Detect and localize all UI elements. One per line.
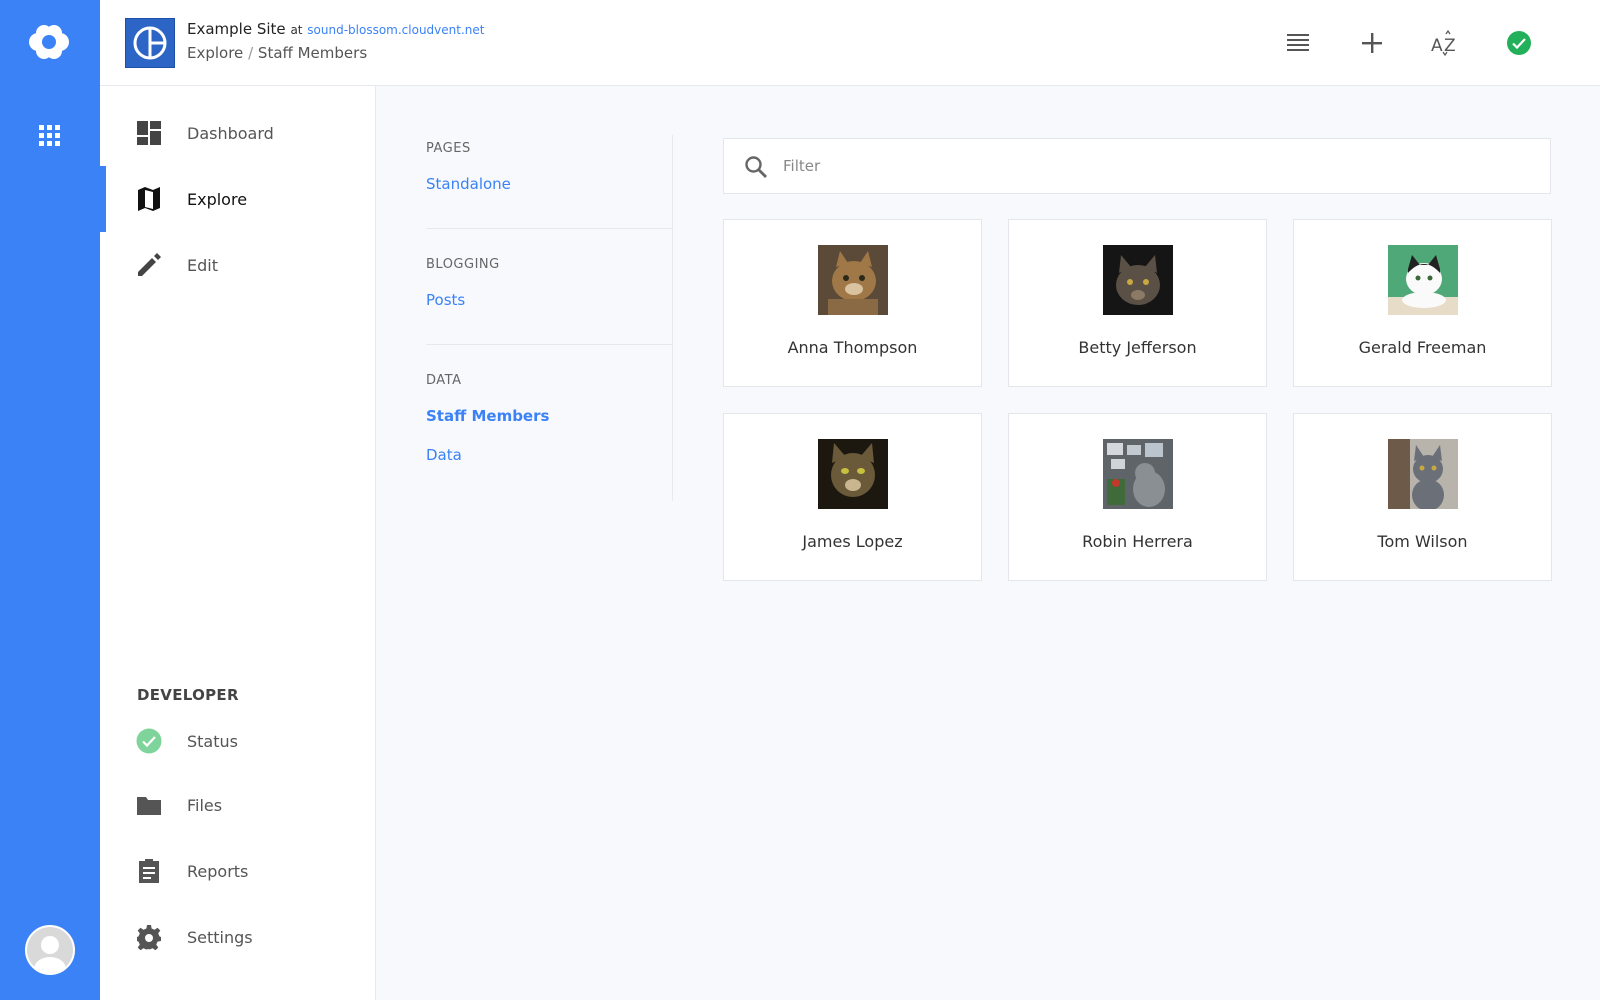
section-heading: PAGES (426, 141, 471, 156)
sidebar-item-label: Settings (187, 927, 253, 947)
sidebar-item-edit[interactable]: Edit (100, 232, 376, 298)
sidebar-item-dashboard[interactable]: Dashboard (100, 100, 376, 166)
collection-navigation: PAGES Standalone BLOGGING Posts DATA Sta… (426, 135, 673, 501)
breadcrumb-separator: / (248, 44, 254, 62)
staff-card-robin-herrera[interactable]: Robin Herrera (1008, 413, 1267, 581)
sidebar-item-reports[interactable]: Reports (100, 838, 376, 904)
link-data[interactable]: Data (426, 446, 673, 464)
section-blogging: BLOGGING Posts (426, 257, 673, 330)
sort-az-icon: A Z (1431, 30, 1456, 56)
link-staff-members[interactable]: Staff Members (426, 407, 673, 425)
filter-input[interactable] (783, 149, 1523, 183)
section-divider (426, 344, 673, 345)
list-view-button[interactable] (1283, 28, 1313, 58)
section-data: DATA Staff Members Data (426, 373, 673, 485)
cat-photo (1388, 245, 1458, 315)
cat-photo (1103, 245, 1173, 315)
clipboard-icon (136, 858, 162, 884)
sort-button[interactable]: A Z (1430, 28, 1460, 58)
link-standalone[interactable]: Standalone (426, 175, 673, 193)
staff-card-betty-jefferson[interactable]: Betty Jefferson (1008, 219, 1267, 387)
section-heading: BLOGGING (426, 257, 500, 272)
staff-name: Gerald Freeman (1358, 338, 1487, 357)
sidebar-item-label: Dashboard (187, 123, 274, 143)
staff-name: James Lopez (802, 532, 903, 551)
app-rail (0, 0, 100, 1000)
staff-card-gerald-freeman[interactable]: Gerald Freeman (1293, 219, 1552, 387)
staff-card-james-lopez[interactable]: James Lopez (723, 413, 982, 581)
link-posts[interactable]: Posts (426, 291, 673, 309)
status-check-icon (136, 728, 162, 754)
staff-name: Tom Wilson (1377, 532, 1468, 551)
section-heading: DATA (426, 373, 462, 388)
staff-name: Anna Thompson (787, 338, 918, 357)
developer-heading: DEVELOPER (137, 686, 239, 704)
plus-icon (1362, 33, 1382, 53)
status-check-icon (1507, 31, 1531, 55)
sidebar-item-files[interactable]: Files (100, 772, 376, 838)
sidebar-item-label: Files (187, 795, 223, 815)
cat-photo (1103, 439, 1173, 509)
sidebar-item-settings[interactable]: Settings (100, 904, 376, 970)
sidebar-item-label: Explore (187, 189, 248, 209)
search-icon (744, 155, 768, 179)
breadcrumb: Explore / Staff Members (187, 44, 367, 62)
sidebar-item-explore[interactable]: Explore (100, 166, 376, 232)
add-button[interactable] (1357, 28, 1387, 58)
top-header: Example Site at sound-blossom.cloudvent.… (100, 0, 1600, 86)
list-view-icon (1287, 34, 1309, 51)
site-title: Example Site at sound-blossom.cloudvent.… (187, 20, 484, 38)
gear-icon (136, 924, 162, 951)
site-url-link[interactable]: sound-blossom.cloudvent.net (307, 23, 484, 37)
filter-box (723, 138, 1551, 194)
map-icon (136, 186, 162, 212)
cat-photo (818, 439, 888, 509)
site-logo[interactable] (125, 18, 175, 68)
staff-name: Betty Jefferson (1078, 338, 1197, 357)
staff-card-tom-wilson[interactable]: Tom Wilson (1293, 413, 1552, 581)
status-button[interactable] (1504, 28, 1534, 58)
user-avatar-icon[interactable] (25, 925, 75, 975)
section-pages: PAGES Standalone (426, 141, 673, 214)
svg-text:A: A (1431, 36, 1443, 56)
cat-photo (1388, 439, 1458, 511)
pencil-icon (136, 252, 162, 278)
apps-grid-icon[interactable] (38, 124, 62, 148)
sidebar-item-status[interactable]: Status (100, 708, 376, 774)
sidebar-item-label: Reports (187, 861, 249, 881)
staff-name: Robin Herrera (1082, 532, 1193, 551)
sidebar-item-label: Status (187, 731, 238, 751)
cat-photo (818, 245, 888, 315)
breadcrumb-staff-members: Staff Members (257, 44, 368, 62)
sidebar: Dashboard Explore Edit DEVELOPER Status (100, 86, 376, 1000)
staff-card-anna-thompson[interactable]: Anna Thompson (723, 219, 982, 387)
section-divider (426, 228, 673, 229)
sidebar-item-label: Edit (187, 255, 218, 275)
site-at-label: at (290, 23, 303, 37)
folder-icon (136, 792, 162, 818)
cloud-logo-icon[interactable] (24, 20, 74, 64)
site-name: Example Site (187, 20, 286, 38)
breadcrumb-explore[interactable]: Explore (187, 44, 243, 62)
dashboard-icon (136, 120, 162, 146)
